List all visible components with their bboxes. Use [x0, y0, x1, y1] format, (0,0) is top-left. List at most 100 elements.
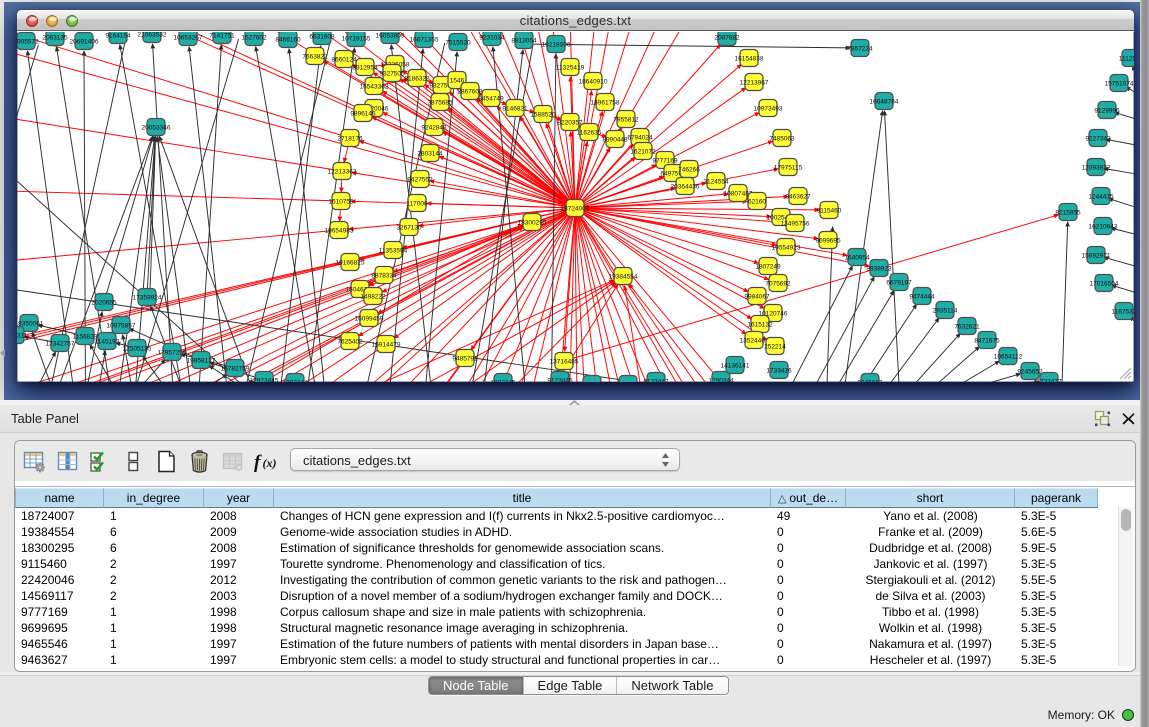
show-column-icon[interactable] — [56, 450, 79, 473]
cell-pagerank[interactable]: 5.3E-5 — [1015, 556, 1098, 572]
cell-year[interactable]: 2009 — [204, 524, 274, 540]
cell-title[interactable]: Estimation of significance thresholds fo… — [274, 540, 771, 556]
cell-out_de[interactable]: 0 — [771, 524, 846, 540]
cell-out_de[interactable]: 0 — [771, 540, 846, 556]
cell-pagerank[interactable]: 5.3E-5 — [1015, 620, 1098, 636]
table-scrollbar-thumb[interactable] — [1121, 509, 1131, 531]
column-header-in_degree[interactable]: in_degree — [104, 488, 204, 508]
cell-short[interactable]: Wolkin et al. (1998) — [846, 620, 1015, 636]
cell-pagerank[interactable]: 5.5E-5 — [1015, 572, 1098, 588]
cell-name[interactable]: 18300295 — [15, 540, 104, 556]
cell-in_degree[interactable]: 2 — [104, 556, 204, 572]
select-rows-icon[interactable] — [89, 450, 112, 473]
cell-name[interactable]: 22420046 — [15, 572, 104, 588]
cell-title[interactable]: Disruption of a novel member of a sodium… — [274, 588, 771, 604]
table-options-icon[interactable] — [23, 450, 46, 473]
directed-edge-black[interactable] — [150, 137, 156, 291]
cell-title[interactable]: Structural magnetic resonance image aver… — [274, 620, 771, 636]
cell-in_degree[interactable]: 1 — [104, 508, 204, 524]
column-header-name[interactable]: name — [15, 488, 104, 508]
table-selector-dropdown[interactable]: citations_edges.txt — [290, 448, 680, 471]
directed-edge-black[interactable] — [100, 351, 106, 382]
table-row[interactable]: 946554611997Estimation of the future num… — [15, 636, 1098, 652]
cell-in_degree[interactable]: 1 — [104, 620, 204, 636]
table-row[interactable]: 911546021997Tourette syndrome. Phenomeno… — [15, 556, 1098, 572]
cell-pagerank[interactable]: 5.3E-5 — [1015, 636, 1098, 652]
cell-year[interactable]: 2008 — [204, 508, 274, 524]
cell-out_de[interactable]: 0 — [771, 572, 846, 588]
network-window-titlebar[interactable]: citations_edges.txt — [17, 10, 1134, 31]
table-row[interactable]: 1938455462009Genome-wide association stu… — [15, 524, 1098, 540]
cell-pagerank[interactable]: 5.3E-5 — [1015, 588, 1098, 604]
column-header-year[interactable]: year — [204, 488, 274, 508]
cell-out_de[interactable]: 0 — [771, 604, 846, 620]
right-edge-scrollbar[interactable] — [1140, 0, 1149, 727]
directed-edge-black[interactable] — [792, 266, 852, 382]
cell-short[interactable]: Yano et al. (2008) — [846, 508, 1015, 524]
table-row[interactable]: 1872400712008Changes of HCN gene express… — [15, 508, 1098, 524]
directed-edge-black[interactable] — [391, 45, 430, 382]
cell-year[interactable]: 1997 — [204, 556, 274, 572]
cell-out_de[interactable]: 0 — [771, 620, 846, 636]
table-scrollbar[interactable] — [1118, 507, 1133, 666]
cell-out_de[interactable]: 0 — [771, 636, 846, 652]
cell-year[interactable]: 1997 — [204, 636, 274, 652]
cell-in_degree[interactable]: 2 — [104, 588, 204, 604]
directed-edge-black[interactable] — [961, 361, 999, 382]
cell-title[interactable]: Estimation of the future numbers of pati… — [274, 636, 771, 652]
cell-name[interactable]: 19384554 — [15, 524, 104, 540]
cell-title[interactable]: Embryonic stem cells: a model to study s… — [274, 652, 771, 668]
row-height-icon[interactable] — [122, 450, 145, 473]
delete-rows-icon[interactable] — [188, 450, 211, 473]
directed-edge-black[interactable] — [1062, 222, 1068, 382]
delete-table-disabled-icon[interactable] — [221, 450, 244, 473]
cell-short[interactable]: Dudbridge et al. (2008) — [846, 540, 1015, 556]
cell-name[interactable]: 9777169 — [15, 604, 104, 620]
cell-year[interactable]: 2012 — [204, 572, 274, 588]
directed-edge-red[interactable] — [472, 282, 615, 382]
cell-pagerank[interactable]: 5.3E-5 — [1015, 604, 1098, 620]
close-panel-icon[interactable] — [1120, 410, 1137, 427]
cell-in_degree[interactable]: 6 — [104, 524, 204, 540]
directed-edge-black[interactable] — [104, 136, 153, 302]
column-header-out_de[interactable]: △out_de… — [771, 488, 846, 508]
directed-edge-black[interactable] — [816, 277, 874, 382]
cell-name[interactable]: 9465546 — [15, 636, 104, 652]
cell-short[interactable]: Nakamura et al. (1997) — [846, 636, 1015, 652]
column-header-short[interactable]: short — [846, 488, 1015, 508]
cell-out_de[interactable]: 0 — [771, 652, 846, 668]
resize-grip-icon[interactable] — [1118, 366, 1132, 380]
directed-edge-black[interactable] — [986, 374, 1021, 382]
directed-edge-black[interactable] — [289, 49, 324, 382]
directed-edge-black[interactable] — [864, 304, 916, 382]
cell-title[interactable]: Corpus callosum shape and size in male p… — [274, 604, 771, 620]
cell-title[interactable]: Genome-wide association studies in ADHD. — [274, 524, 771, 540]
tab-network-table[interactable]: Network Table — [617, 677, 727, 694]
table-row[interactable]: 977716911998Corpus callosum shape and si… — [15, 604, 1098, 620]
cell-out_de[interactable]: 0 — [771, 588, 846, 604]
cell-name[interactable]: 9463627 — [15, 652, 104, 668]
table-row[interactable]: 2242004622012Investigating the contribut… — [15, 572, 1098, 588]
citation-network-graph[interactable]: 1905572206313520691406916415421063532106… — [17, 32, 1134, 382]
cell-short[interactable]: Tibbo et al. (1998) — [846, 604, 1015, 620]
cell-pagerank[interactable]: 5.9E-5 — [1015, 540, 1098, 556]
cell-in_degree[interactable]: 2 — [104, 572, 204, 588]
table-row[interactable]: 1830029562008Estimation of significance … — [15, 540, 1098, 556]
directed-edge-red[interactable] — [575, 208, 767, 340]
directed-edge-red[interactable] — [180, 32, 575, 208]
cell-out_de[interactable]: 0 — [771, 556, 846, 572]
column-header-title[interactable]: title — [274, 488, 771, 508]
cell-year[interactable]: 2003 — [204, 588, 274, 604]
cell-name[interactable]: 9115460 — [15, 556, 104, 572]
cell-in_degree[interactable]: 1 — [104, 652, 204, 668]
cell-title[interactable]: Tourette syndrome. Phenomenology and cla… — [274, 556, 771, 572]
cell-year[interactable]: 1997 — [204, 652, 274, 668]
new-file-icon[interactable] — [155, 450, 178, 473]
directed-edge-black[interactable] — [27, 51, 72, 382]
column-header-pagerank[interactable]: pagerank — [1015, 488, 1098, 508]
cell-year[interactable]: 2008 — [204, 540, 274, 556]
cell-short[interactable]: Hescheler et al. (1997) — [846, 652, 1015, 668]
cell-pagerank[interactable]: 5.3E-5 — [1015, 652, 1098, 668]
directed-edge-red[interactable] — [17, 34, 350, 138]
table-row[interactable]: 946362711997Embryonic stem cells: a mode… — [15, 652, 1098, 668]
